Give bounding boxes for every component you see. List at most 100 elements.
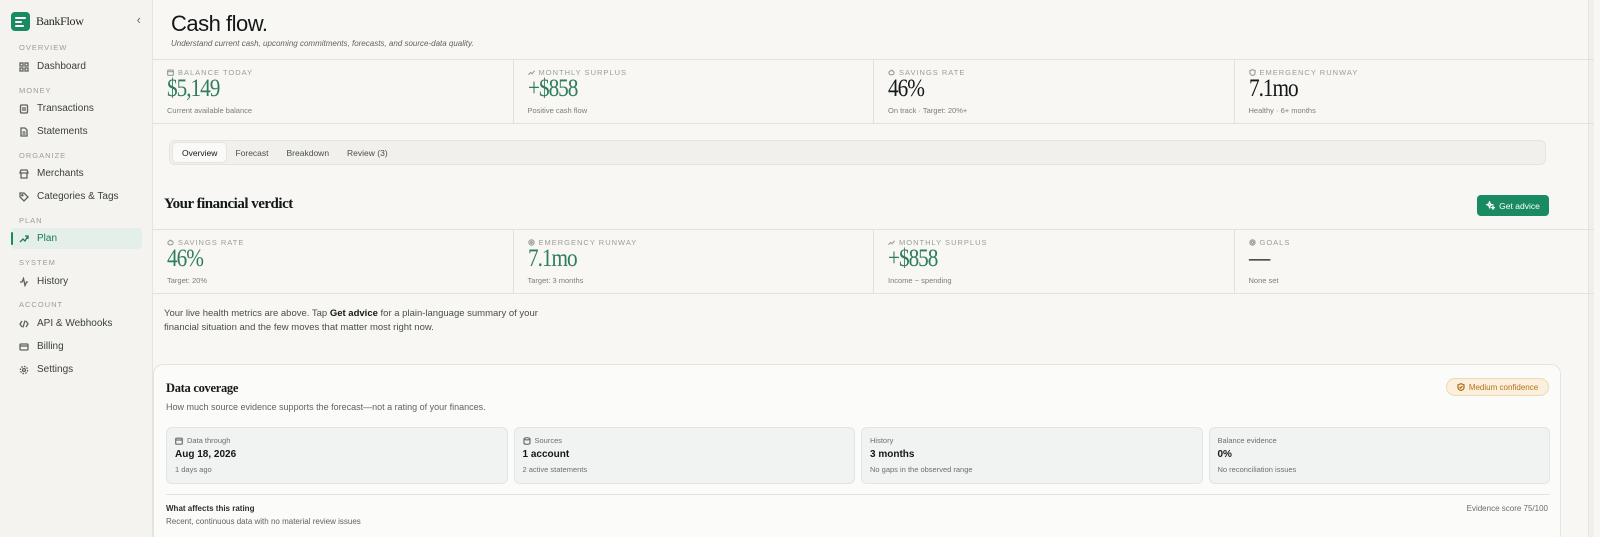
tab-breakdown[interactable]: Breakdown [278, 143, 339, 162]
sparkles-icon [1486, 201, 1496, 210]
card-label: History [870, 436, 894, 445]
database-icon [522, 436, 531, 445]
brand[interactable]: BankFlow ‹ [11, 11, 141, 31]
sidebar-item-label: Settings [37, 364, 74, 375]
store-icon [19, 168, 29, 179]
get-advice-inline-text: Get advice [329, 308, 378, 319]
sidebar-item-label: Billing [37, 341, 64, 352]
activity-icon [20, 276, 28, 287]
get-advice-button[interactable]: Get advice [1477, 195, 1549, 216]
stat-savings-rate: SAVINGS RATE 46% On track · Target: 20%+ [874, 60, 1235, 123]
sidebar-item-billing[interactable]: Billing [11, 336, 142, 357]
stat-value: 7.1mo [1248, 75, 1299, 102]
card-caption: No gaps in the observed range [870, 465, 973, 474]
view-tabs: Overview Forecast Breakdown Review (3) [169, 140, 1546, 165]
sidebar: BankFlow ‹ OVERVIEW Dashboard MONEY Tran… [0, 0, 153, 537]
card-caption: No reconciliation issues [1217, 465, 1297, 474]
stat-caption: On track · Target: 20%+ [888, 106, 968, 115]
data-coverage-panel: Data coverage How much source evidence s… [153, 364, 1561, 537]
metric-value: 7.1mo [527, 245, 578, 272]
bankflow-logo-icon [11, 11, 30, 31]
tab-review[interactable]: Review (3) [338, 143, 397, 162]
metric-monthly-surplus: MONTHLY SURPLUS +$858 Income − spending [874, 230, 1235, 293]
card-label: Data through [187, 436, 231, 445]
calendar-icon [175, 437, 183, 445]
sidebar-item-categories[interactable]: Categories & Tags [11, 186, 142, 207]
shield-check-icon [1457, 383, 1465, 391]
sidebar-item-merchants[interactable]: Merchants [11, 163, 142, 184]
divider [166, 494, 1550, 495]
coverage-subtitle: How much source evidence supports the fo… [166, 402, 486, 412]
trend-up-icon [19, 234, 29, 242]
sidebar-item-plan[interactable]: Plan [11, 228, 142, 249]
section-account: ACCOUNT [19, 300, 64, 309]
sidebar-item-api[interactable]: API & Webhooks [11, 313, 142, 334]
sidebar-item-label: Merchants [37, 168, 84, 179]
section-system: SYSTEM [19, 258, 56, 267]
metric-caption: Income − spending [888, 276, 952, 285]
stat-caption: Current available balance [167, 106, 253, 115]
confidence-badge: Medium confidence [1446, 378, 1549, 396]
sidebar-item-label: API & Webhooks [37, 318, 113, 329]
metric-value: — [1248, 245, 1270, 272]
stat-monthly-surplus: MONTHLY SURPLUS +$858 Positive cash flow [514, 60, 874, 123]
coverage-card-sources: Sources 1 account 2 active statements [513, 427, 855, 484]
sidebar-item-transactions[interactable]: Transactions [11, 98, 142, 119]
metric-goals: GOALS — None set [1235, 230, 1595, 293]
section-plan: PLAN [19, 216, 43, 225]
affects-rating-description: Recent, continuous data with no material… [166, 517, 361, 526]
stat-value: $5,149 [167, 75, 220, 102]
metric-savings-rate: SAVINGS RATE 46% Target: 20% [153, 230, 514, 293]
credit-card-icon [19, 342, 29, 351]
card-value: 1 account [522, 449, 570, 460]
sidebar-item-statements[interactable]: Statements [11, 121, 142, 142]
sidebar-item-label: Plan [37, 233, 58, 244]
collapse-sidebar-chevron-icon[interactable]: ‹ [137, 12, 141, 27]
coverage-card-data-through: Data through Aug 18, 2026 1 days ago [166, 427, 508, 484]
sidebar-item-settings[interactable]: Settings [11, 359, 142, 380]
card-label: Sources [534, 436, 563, 445]
metric-emergency-runway: EMERGENCY RUNWAY 7.1mo Target: 3 months [514, 230, 874, 293]
page-title: Cash flow. [171, 11, 268, 36]
sidebar-item-history[interactable]: History [11, 271, 142, 292]
card-value: 0% [1217, 449, 1232, 460]
grid-icon [19, 61, 29, 72]
gear-icon [19, 365, 29, 374]
verdict-description: Your live health metrics are above. Tap … [164, 308, 538, 333]
receipt-icon [19, 103, 29, 114]
card-caption: 2 active statements [522, 465, 588, 474]
section-organize: ORGANIZE [19, 151, 67, 160]
metric-caption: Target: 20% [167, 276, 208, 285]
metric-value: +$858 [888, 245, 938, 272]
stat-caption: Positive cash flow [527, 106, 588, 115]
confidence-badge-label: Medium confidence [1468, 382, 1539, 392]
tab-overview[interactable]: Overview [173, 143, 227, 162]
page-subtitle: Understand current cash, upcoming commit… [171, 39, 474, 48]
main-content: Cash flow. Understand current cash, upco… [153, 0, 1594, 537]
coverage-cards: Data through Aug 18, 2026 1 days ago Sou… [166, 427, 1550, 484]
coverage-card-balance-evidence: Balance evidence 0% No reconciliation is… [1208, 427, 1550, 484]
tab-forecast[interactable]: Forecast [226, 143, 277, 162]
verdict-metrics: SAVINGS RATE 46% Target: 20% EMERGENCY R… [153, 229, 1594, 294]
stat-value: 46% [888, 75, 925, 102]
sidebar-item-label: Categories & Tags [37, 191, 119, 202]
code-icon [19, 319, 29, 328]
stat-caption: Healthy · 6+ months [1248, 106, 1316, 115]
card-caption: 1 days ago [175, 465, 212, 474]
card-label: Balance evidence [1217, 436, 1277, 445]
get-advice-label: Get advice [1499, 200, 1540, 211]
metric-value: 46% [167, 245, 204, 272]
metric-caption: None set [1248, 276, 1279, 285]
brand-name: BankFlow [36, 13, 84, 28]
coverage-card-history: History 3 months No gaps in the observed… [861, 427, 1203, 484]
evidence-score: Evidence score 75/100 [1466, 504, 1548, 513]
card-value: 3 months [870, 449, 915, 460]
summary-stats: BALANCE TODAY $5,149 Current available b… [153, 59, 1594, 124]
sidebar-item-dashboard[interactable]: Dashboard [11, 56, 142, 77]
sidebar-item-label: History [37, 276, 69, 287]
affects-rating-title: What affects this rating [166, 504, 255, 513]
sidebar-item-label: Statements [37, 126, 88, 137]
card-value: Aug 18, 2026 [175, 449, 237, 460]
sidebar-item-label: Dashboard [37, 61, 86, 72]
stat-emergency-runway: EMERGENCY RUNWAY 7.1mo Healthy · 6+ mont… [1235, 60, 1595, 123]
